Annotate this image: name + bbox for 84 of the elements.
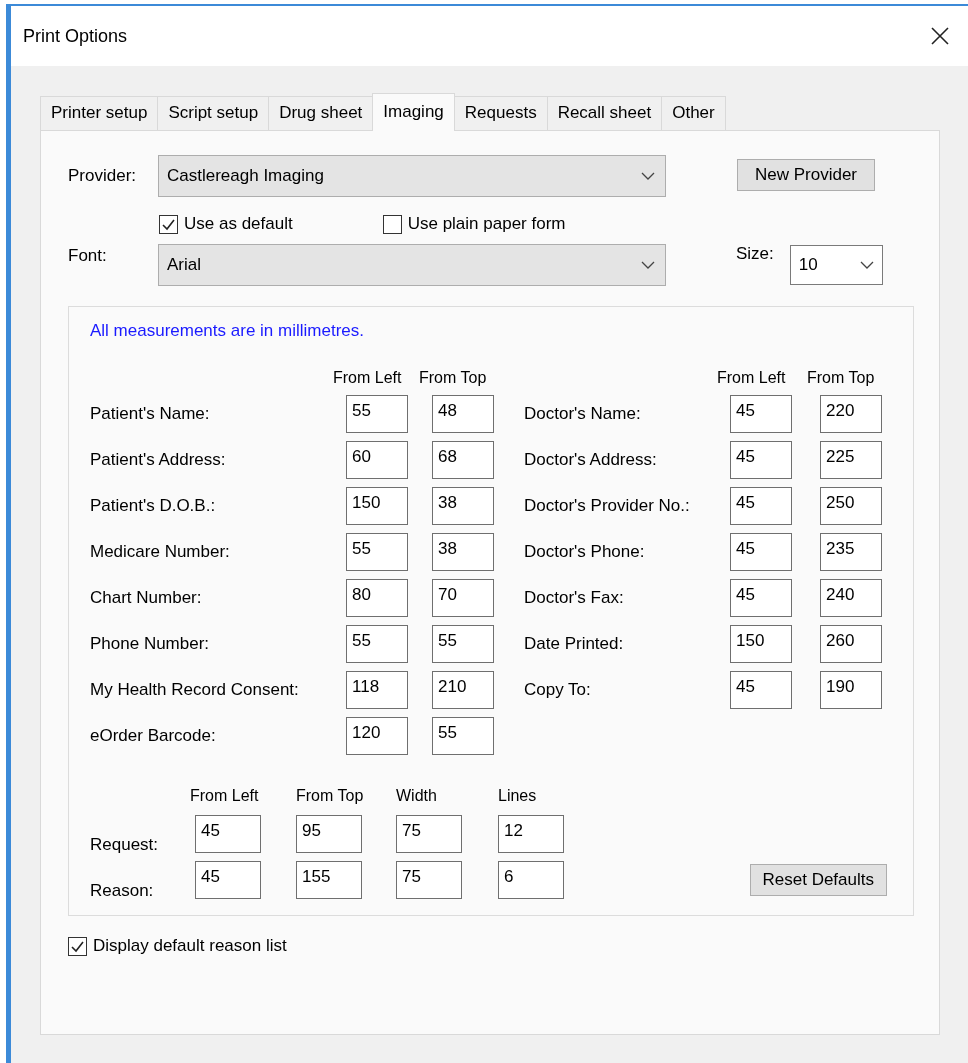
input-field[interactable]: 45	[730, 395, 792, 433]
input-field[interactable]: 12	[498, 815, 564, 853]
column-header: Lines	[498, 787, 538, 806]
input-field[interactable]: 45	[730, 487, 792, 525]
checkbox-label: Use as default	[184, 214, 293, 234]
input-field[interactable]: 38	[432, 533, 494, 571]
field-label: Request:	[90, 835, 160, 856]
field-label: Provider:	[68, 166, 138, 186]
field-label: Copy To:	[524, 680, 592, 700]
input-field[interactable]: 150	[346, 487, 408, 525]
provider-dropdown[interactable]: Castlereagh Imaging	[158, 155, 666, 197]
input-field[interactable]: 250	[820, 487, 882, 525]
reset-defaults-button[interactable]: Reset Defaults	[749, 864, 887, 896]
caret-icon	[859, 261, 874, 269]
field-label: eOrder Barcode:	[90, 726, 217, 746]
tab[interactable]: Other	[661, 96, 726, 130]
input-field[interactable]: 68	[432, 441, 494, 479]
input-field[interactable]: 118	[346, 671, 408, 709]
field-label: Doctor's Fax:	[524, 588, 625, 608]
input-field[interactable]: 75	[396, 861, 462, 899]
window-title: Print Options	[23, 25, 128, 47]
note-text: All measurements are in millimetres.	[90, 321, 364, 340]
input-field[interactable]: 80	[346, 579, 408, 617]
input-field[interactable]: 55	[346, 625, 408, 663]
field-label: Phone Number:	[90, 634, 211, 654]
column-header: From Top	[296, 787, 365, 806]
checkbox[interactable]	[68, 936, 87, 956]
input-field[interactable]: 240	[820, 579, 882, 617]
input-field[interactable]: 45	[730, 441, 792, 479]
caret-icon	[641, 261, 655, 269]
input-field[interactable]: 45	[730, 533, 792, 571]
input-field[interactable]: 48	[432, 395, 494, 433]
field-label: Reason:	[90, 881, 155, 902]
input-field[interactable]: 45	[195, 815, 261, 853]
input-field[interactable]: 60	[346, 441, 408, 479]
close-icon[interactable]	[930, 26, 950, 46]
input-field[interactable]: 55	[432, 625, 494, 663]
input-field[interactable]: 55	[432, 717, 494, 755]
input-field[interactable]: 220	[820, 395, 882, 433]
input-field[interactable]: 225	[820, 441, 882, 479]
column-header: From Top	[419, 369, 488, 388]
input-field[interactable]: 235	[820, 533, 882, 571]
field-label: Patient's D.O.B.:	[90, 496, 217, 516]
checkbox[interactable]	[159, 214, 178, 234]
checkbox-label: Display default reason list	[93, 936, 287, 956]
input-field[interactable]: 55	[346, 533, 408, 571]
input-field[interactable]: 210	[432, 671, 494, 709]
field-label: Medicare Number:	[90, 542, 231, 562]
input-field[interactable]: 120	[346, 717, 408, 755]
field-label: Chart Number:	[90, 588, 203, 608]
input-field[interactable]: 190	[820, 671, 882, 709]
input-field[interactable]: 150	[730, 625, 792, 663]
caret-icon	[641, 172, 655, 180]
size-dropdown[interactable]: 10	[789, 245, 883, 285]
input-field[interactable]: 70	[432, 579, 494, 617]
column-header: From Top	[807, 369, 876, 388]
input-field[interactable]: 155	[296, 861, 362, 899]
new-provider-button[interactable]: New Provider	[737, 159, 876, 191]
input-field[interactable]: 38	[432, 487, 494, 525]
input-field[interactable]: 260	[820, 625, 882, 663]
field-label: Patient's Name:	[90, 404, 211, 424]
field-label: Date Printed:	[524, 634, 625, 654]
column-header: Width	[396, 787, 438, 806]
input-field[interactable]: 6	[498, 861, 564, 899]
input-field[interactable]: 75	[396, 815, 462, 853]
field-label: Doctor's Phone:	[524, 542, 646, 562]
tab[interactable]: Printer setup	[40, 96, 159, 130]
field-label: Doctor's Address:	[524, 450, 658, 470]
field-label: Font:	[68, 246, 108, 266]
field-label: My Health Record Consent:	[90, 680, 300, 700]
input-field[interactable]: 45	[730, 579, 792, 617]
input-field[interactable]: 45	[730, 671, 792, 709]
input-field[interactable]: 55	[346, 395, 408, 433]
column-header: From Left	[190, 787, 260, 806]
field-label: Patient's Address:	[90, 450, 227, 470]
font-dropdown[interactable]: Arial	[158, 244, 666, 286]
tab[interactable]: Imaging	[372, 93, 455, 131]
field-label: Doctor's Provider No.:	[524, 496, 691, 516]
checkbox-label: Use plain paper form	[407, 214, 566, 234]
input-field[interactable]: 45	[195, 861, 261, 899]
field-label: Size:	[736, 244, 774, 264]
checkbox[interactable]	[382, 214, 402, 234]
input-field[interactable]: 95	[296, 815, 362, 853]
field-label: Doctor's Name:	[524, 404, 642, 424]
